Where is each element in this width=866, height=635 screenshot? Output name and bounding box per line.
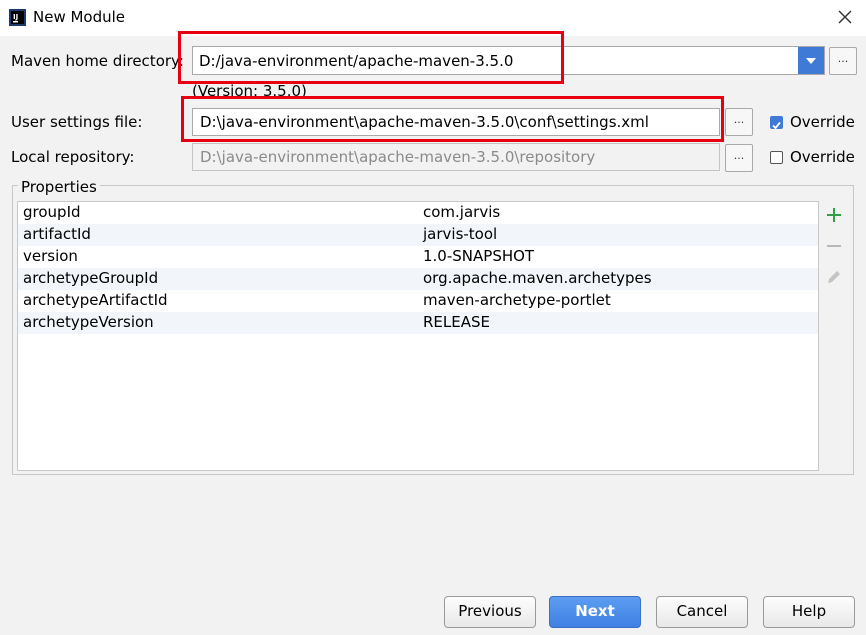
local-repository-override-checkbox[interactable] (770, 151, 783, 164)
property-key: groupId (23, 203, 81, 221)
local-repository-override-label: Override (790, 148, 855, 166)
user-settings-label: User settings file: (11, 113, 143, 131)
highlight-box-user-settings (181, 96, 724, 142)
svg-text:IJ: IJ (13, 13, 18, 21)
local-repository-label: Local repository: (11, 148, 135, 166)
table-row[interactable]: archetypeGroupId org.apache.maven.archet… (18, 268, 818, 290)
table-row[interactable]: archetypeVersion RELEASE (18, 312, 818, 334)
local-repository-browse-button[interactable]: ... (725, 144, 753, 172)
properties-title: Properties (18, 178, 100, 196)
plus-icon[interactable] (824, 205, 844, 225)
property-value[interactable]: 1.0-SNAPSHOT (423, 247, 534, 265)
property-value[interactable]: maven-archetype-portlet (423, 291, 611, 309)
user-settings-override-label: Override (790, 113, 855, 131)
property-key: archetypeVersion (23, 313, 154, 331)
property-value[interactable]: jarvis-tool (423, 225, 497, 243)
highlight-box-maven-home (178, 31, 564, 84)
previous-button[interactable]: Previous (444, 596, 536, 628)
maven-home-label: Maven home directory: (11, 52, 184, 70)
user-settings-override-checkbox[interactable] (770, 116, 783, 130)
property-key: archetypeArtifactId (23, 291, 168, 309)
property-value[interactable]: org.apache.maven.archetypes (423, 269, 652, 287)
check-icon (772, 121, 781, 130)
next-button[interactable]: Next (549, 596, 641, 628)
table-row[interactable]: groupId com.jarvis (18, 202, 818, 224)
close-icon[interactable] (834, 6, 856, 28)
table-row[interactable]: artifactId jarvis-tool (18, 224, 818, 246)
user-settings-browse-button[interactable]: ... (725, 108, 753, 136)
dropdown-arrow[interactable] (798, 47, 824, 74)
intellij-icon: IJ (9, 9, 26, 26)
table-row[interactable]: version 1.0-SNAPSHOT (18, 246, 818, 268)
minus-icon[interactable] (824, 236, 844, 256)
help-button[interactable]: Help (763, 596, 855, 628)
chevron-down-icon (806, 58, 816, 64)
table-row[interactable]: archetypeArtifactId maven-archetype-port… (18, 290, 818, 312)
pencil-icon[interactable] (824, 267, 844, 287)
property-key: version (23, 247, 78, 265)
window-title: New Module (33, 8, 126, 26)
local-repository-value: D:\java-environment\apache-maven-3.5.0\r… (200, 148, 596, 166)
properties-table: groupId com.jarvis artifactId jarvis-too… (17, 201, 819, 471)
local-repository-field[interactable]: D:\java-environment\apache-maven-3.5.0\r… (192, 143, 720, 171)
property-key: artifactId (23, 225, 91, 243)
property-value[interactable]: RELEASE (423, 313, 490, 331)
cancel-button[interactable]: Cancel (656, 596, 748, 628)
property-key: archetypeGroupId (23, 269, 159, 287)
maven-home-browse-button[interactable]: ... (829, 47, 857, 75)
property-value[interactable]: com.jarvis (423, 203, 500, 221)
